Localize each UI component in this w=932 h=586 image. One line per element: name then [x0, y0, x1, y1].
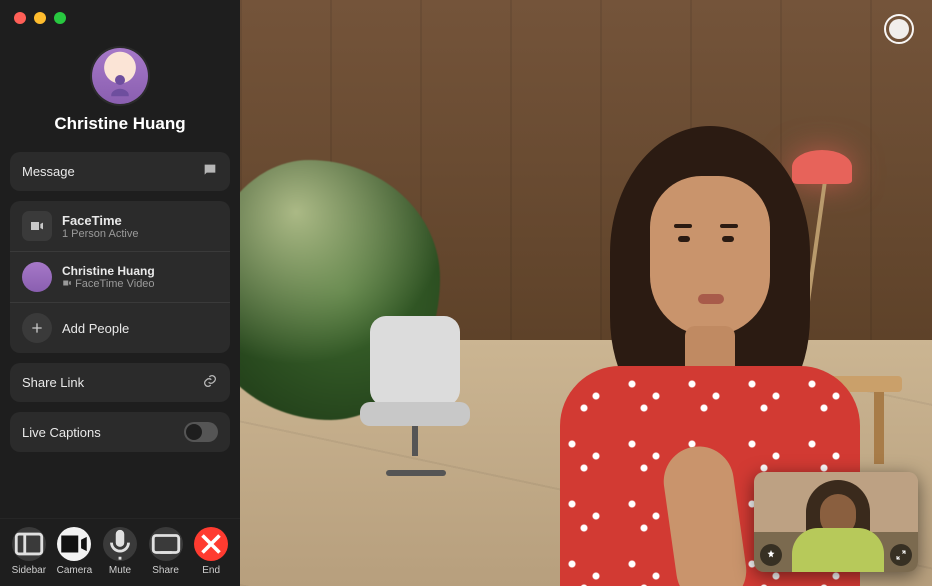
camera-button[interactable]: Camera	[52, 527, 96, 576]
call-subtitle: 1 Person Active	[62, 228, 138, 240]
call-title: FaceTime	[62, 213, 138, 228]
mute-button-label: Mute	[109, 565, 131, 576]
end-button[interactable]: End	[189, 527, 233, 576]
facetime-icon	[22, 211, 52, 241]
participant-status: FaceTime Video	[62, 278, 155, 290]
message-label: Message	[22, 164, 75, 179]
contact-name: Christine Huang	[54, 114, 185, 134]
participant-avatar	[22, 262, 52, 292]
live-captions-card: Live Captions	[10, 412, 230, 452]
call-toolbar: Sidebar Camera Mute Share End	[0, 518, 240, 586]
call-card: FaceTime 1 Person Active Christine Huang…	[10, 201, 230, 353]
share-button[interactable]: Share	[144, 527, 188, 576]
call-header-row[interactable]: FaceTime 1 Person Active	[10, 201, 230, 251]
call-sidebar: Christine Huang Message FaceTime 1 Perso…	[0, 0, 240, 586]
pip-expand-button[interactable]	[890, 544, 912, 566]
plus-icon	[22, 313, 52, 343]
contact-avatar[interactable]	[92, 48, 148, 104]
live-photo-button[interactable]	[884, 14, 914, 44]
message-card[interactable]: Message	[10, 152, 230, 191]
window-fullscreen-button[interactable]	[54, 12, 66, 24]
participant-row[interactable]: Christine Huang FaceTime Video	[10, 251, 230, 302]
pip-effects-button[interactable]	[760, 544, 782, 566]
add-people-label: Add People	[62, 321, 129, 336]
add-people-row[interactable]: Add People	[10, 302, 230, 353]
sidebar-button[interactable]: Sidebar	[7, 527, 51, 576]
self-view[interactable]	[754, 472, 918, 572]
mute-button[interactable]: Mute	[98, 527, 142, 576]
message-icon	[202, 162, 218, 181]
camera-button-label: Camera	[57, 565, 93, 576]
share-button-label: Share	[152, 565, 179, 576]
live-captions-label: Live Captions	[22, 425, 101, 440]
window-minimize-button[interactable]	[34, 12, 46, 24]
link-icon	[202, 373, 218, 392]
remote-video	[240, 0, 932, 586]
sidebar-button-label: Sidebar	[12, 565, 46, 576]
participant-name: Christine Huang	[62, 264, 155, 278]
window-close-button[interactable]	[14, 12, 26, 24]
live-captions-toggle[interactable]	[184, 422, 218, 442]
share-link-label: Share Link	[22, 375, 84, 390]
share-link-card[interactable]: Share Link	[10, 363, 230, 402]
end-button-label: End	[202, 565, 220, 576]
window-controls	[14, 12, 66, 24]
